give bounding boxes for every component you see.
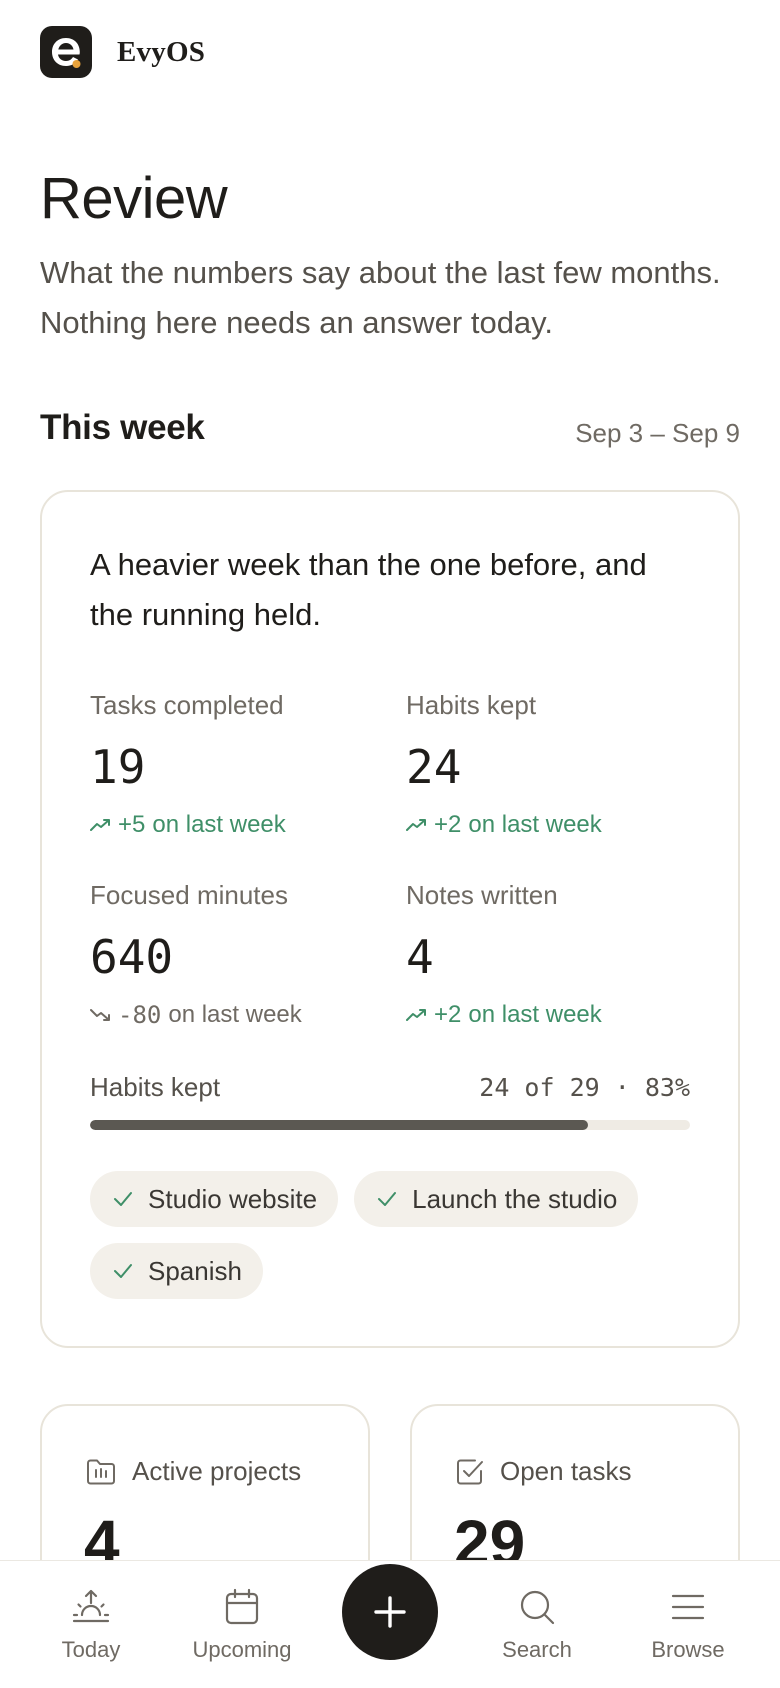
stat-focused-minutes: Focused minutes 640 -80 on last week bbox=[90, 880, 390, 1030]
stat-delta: +5 on last week bbox=[90, 810, 390, 840]
habits-progress-fill bbox=[90, 1120, 588, 1130]
search-icon bbox=[520, 1590, 555, 1625]
habits-progress-bar bbox=[90, 1120, 690, 1130]
app-name: EvyOS bbox=[117, 35, 206, 68]
week-summary-text: A heavier week than the one before, and … bbox=[90, 547, 647, 632]
stat-delta: -80 on last week bbox=[90, 1000, 390, 1030]
stat-delta: +2 on last week bbox=[406, 1000, 706, 1030]
card-label: Active projects bbox=[132, 1456, 302, 1486]
nav-label: Browse bbox=[651, 1637, 725, 1662]
checkbox-icon bbox=[457, 1459, 483, 1484]
nav-label: Today bbox=[61, 1637, 121, 1662]
logo-mark-icon bbox=[52, 38, 81, 68]
nav-item-browse[interactable]: Browse bbox=[613, 1561, 763, 1688]
progress-label: Habits kept bbox=[90, 1072, 221, 1102]
section-title-this-week: This week bbox=[40, 408, 205, 447]
plus-icon bbox=[374, 1596, 406, 1628]
check-icon bbox=[378, 1192, 397, 1206]
card-label: Open tasks bbox=[500, 1456, 632, 1486]
stat-delta: +2 on last week bbox=[406, 810, 706, 840]
stat-value: 19 bbox=[90, 740, 146, 794]
page-subtitle: What the numbers say about the last few … bbox=[40, 255, 721, 340]
stat-label: Tasks completed bbox=[90, 690, 284, 720]
nav-item-upcoming[interactable]: Upcoming bbox=[167, 1561, 317, 1688]
app-header: EvyOS bbox=[40, 26, 205, 78]
nav-label: Upcoming bbox=[192, 1637, 292, 1662]
stat-notes-written: Notes written 4 +2 on last week bbox=[406, 880, 706, 1030]
chip-label: Launch the studio bbox=[412, 1183, 618, 1214]
nav-label: Search bbox=[502, 1637, 572, 1662]
chip-studio-website[interactable]: Studio website bbox=[90, 1171, 339, 1227]
card-header: Open tasks bbox=[456, 1456, 632, 1487]
chip-spanish[interactable]: Spanish bbox=[90, 1243, 263, 1299]
stat-value: 24 bbox=[406, 740, 462, 794]
delta-suffix: on last week bbox=[168, 1001, 302, 1028]
week-date-range: Sep 3 – Sep 9 bbox=[575, 418, 740, 448]
week-summary-card: A heavier week than the one before, and … bbox=[40, 490, 740, 1348]
completed-chips: Studio website Launch the studio Spanish bbox=[90, 1171, 690, 1299]
delta-value: +2 bbox=[434, 1001, 462, 1028]
stat-value: 4 bbox=[406, 930, 434, 984]
progress-value: 24 of 29 · 83% bbox=[479, 1073, 690, 1102]
nav-item-search[interactable]: Search bbox=[462, 1561, 612, 1688]
delta-value: +5 bbox=[118, 811, 146, 838]
stat-label: Habits kept bbox=[406, 690, 537, 720]
chip-launch-the-studio[interactable]: Launch the studio bbox=[354, 1171, 639, 1227]
folder-icon bbox=[87, 1459, 115, 1484]
trend-down-icon bbox=[90, 1009, 110, 1021]
calendar-icon bbox=[225, 1588, 259, 1625]
delta-suffix: on last week bbox=[468, 1001, 602, 1028]
chip-label: Studio website bbox=[148, 1183, 318, 1214]
menu-icon bbox=[671, 1594, 705, 1620]
delta-value: -80 bbox=[118, 1001, 162, 1029]
trend-up-icon bbox=[90, 819, 110, 831]
stat-label: Focused minutes bbox=[90, 880, 288, 910]
nav-item-today[interactable]: Today bbox=[16, 1561, 166, 1688]
add-button[interactable] bbox=[342, 1564, 438, 1660]
delta-suffix: on last week bbox=[152, 811, 286, 838]
trend-up-icon bbox=[406, 1009, 426, 1021]
stat-value: 640 bbox=[90, 930, 174, 984]
stat-habits-kept: Habits kept 24 +2 on last week bbox=[406, 690, 706, 840]
page-title: Review bbox=[40, 166, 228, 231]
chip-label: Spanish bbox=[148, 1255, 242, 1286]
check-icon bbox=[114, 1192, 132, 1206]
app-logo[interactable] bbox=[40, 26, 92, 78]
stat-label: Notes written bbox=[406, 880, 558, 910]
habits-progress-header: Habits kept 24 of 29 · 83% bbox=[90, 1072, 690, 1103]
card-header: Active projects bbox=[86, 1456, 301, 1487]
check-icon bbox=[114, 1264, 132, 1278]
sunrise-icon bbox=[72, 1589, 110, 1623]
trend-up-icon bbox=[406, 819, 426, 831]
delta-value: +2 bbox=[434, 811, 462, 838]
delta-suffix: on last week bbox=[468, 811, 602, 838]
stat-tasks-completed: Tasks completed 19 +5 on last week bbox=[90, 690, 390, 840]
